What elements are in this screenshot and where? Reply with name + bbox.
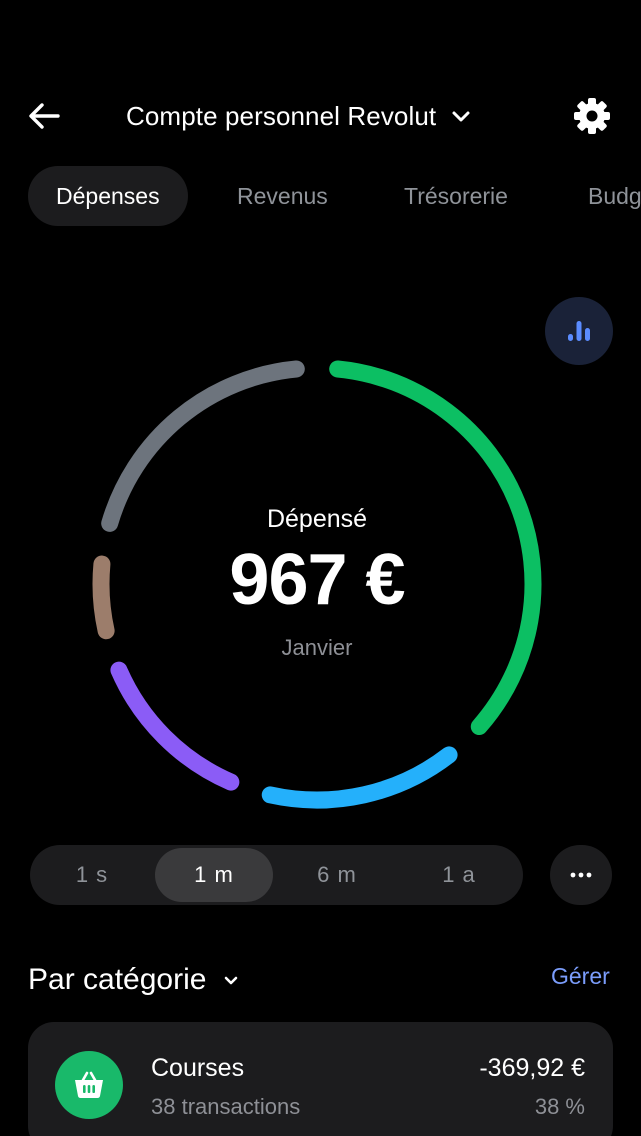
top-bar: Compte personnel Revolut bbox=[0, 88, 641, 144]
tab-depenses[interactable]: Dépenses bbox=[28, 166, 188, 226]
category-amount: -369,92 € bbox=[479, 1054, 585, 1082]
period-label: Janvier bbox=[281, 635, 353, 660]
period-1-year[interactable]: 1 a bbox=[400, 848, 518, 902]
category-icon-wrap bbox=[55, 1051, 123, 1119]
gear-icon bbox=[574, 98, 610, 134]
spent-label: Dépensé bbox=[266, 505, 368, 533]
period-1-month[interactable]: 1 m bbox=[155, 848, 273, 902]
chevron-down-icon bbox=[452, 111, 470, 122]
period-1-week[interactable]: 1 s bbox=[33, 848, 151, 902]
tab-tresorerie[interactable]: Trésorerie bbox=[404, 166, 508, 226]
period-selector: 1 s 1 m 6 m 1 a bbox=[30, 845, 523, 905]
manage-link[interactable]: Gérer bbox=[551, 963, 610, 990]
arrow-left-icon bbox=[29, 103, 60, 129]
category-percent: 38 % bbox=[534, 1094, 585, 1119]
tab-budgets[interactable]: Budgets bbox=[588, 166, 641, 226]
account-title: Compte personnel Revolut bbox=[126, 100, 437, 131]
back-button[interactable] bbox=[26, 98, 62, 134]
bar-chart-icon bbox=[568, 321, 590, 341]
settings-button[interactable] bbox=[572, 96, 612, 136]
basket-icon bbox=[75, 1071, 103, 1098]
tab-revenus[interactable]: Revenus bbox=[237, 166, 328, 226]
category-dropdown[interactable]: Par catégorie bbox=[28, 958, 240, 1002]
spent-amount: 967 € bbox=[229, 540, 405, 620]
tab-bar: Dépenses Revenus Trésorerie Budgets bbox=[0, 166, 641, 226]
category-name: Courses bbox=[151, 1054, 245, 1082]
period-6-months[interactable]: 6 m bbox=[278, 848, 396, 902]
account-selector[interactable]: Compte personnel Revolut bbox=[126, 98, 472, 134]
category-transactions: 38 transactions bbox=[151, 1094, 301, 1119]
chevron-down-icon bbox=[225, 976, 238, 985]
more-dots-icon bbox=[570, 872, 592, 878]
category-section-title: Par catégorie bbox=[28, 963, 207, 996]
category-card[interactable]: Courses 38 transactions -369,92 € 38 % bbox=[28, 1022, 613, 1136]
spending-summary: Dépensé 967 € Janvier bbox=[76, 343, 558, 825]
more-periods-button[interactable] bbox=[550, 845, 612, 905]
